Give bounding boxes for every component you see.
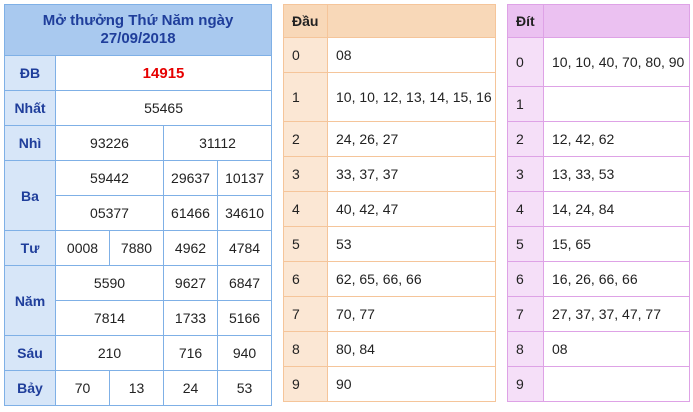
results-title: Mở thưởng Thứ Năm ngày 27/09/2018 (3, 4, 273, 56)
dit-header: Đít (507, 4, 544, 38)
dau-values: 62, 65, 66, 66 (327, 261, 496, 297)
prize-label-nhi: Nhì (4, 125, 56, 161)
prize-value-ba: 10137 (216, 160, 273, 196)
prize-value-nhi: 93226 (55, 125, 164, 161)
prize-label-ba: Ba (4, 160, 56, 231)
dit-key: 1 (507, 86, 544, 122)
dau-values: 53 (327, 226, 496, 262)
dau-key: 4 (283, 191, 328, 227)
dit-key: 0 (507, 37, 544, 87)
prize-value-ba: 34610 (216, 195, 273, 231)
dau-key: 9 (283, 366, 328, 402)
prize-value-sau: 940 (216, 335, 273, 371)
dau-values: 33, 37, 37 (327, 156, 496, 192)
dit-values: 27, 37, 37, 47, 77 (543, 296, 690, 332)
dit-values (543, 86, 690, 122)
dau-key: 5 (283, 226, 328, 262)
dau-values: 40, 42, 47 (327, 191, 496, 227)
prize-value-ba: 29637 (163, 160, 218, 196)
prize-value-ba: 59442 (55, 160, 164, 196)
title-date: 27/09/2018 (100, 30, 176, 47)
prize-value-nam: 6847 (216, 265, 273, 301)
dit-values: 08 (543, 331, 690, 367)
prize-value-sau: 210 (55, 335, 164, 371)
dit-header-blank (543, 4, 690, 38)
dit-values: 13, 33, 53 (543, 156, 690, 192)
prize-value-bay: 24 (163, 370, 218, 406)
dit-key: 6 (507, 261, 544, 297)
prize-value-ba: 05377 (55, 195, 164, 231)
dau-values: 90 (327, 366, 496, 402)
dau-key: 6 (283, 261, 328, 297)
dit-key: 9 (507, 366, 544, 402)
dit-key: 4 (507, 191, 544, 227)
prize-label-db: ĐB (4, 55, 56, 91)
prize-value-nam: 7814 (55, 300, 164, 336)
dau-values: 10, 10, 12, 13, 14, 15, 16 (327, 72, 496, 122)
dau-values: 24, 26, 27 (327, 121, 496, 157)
prize-value-tu: 7880 (109, 230, 164, 266)
dau-header: Đầu (283, 4, 328, 38)
prize-value-db: 14915 (54, 55, 273, 91)
dit-values: 16, 26, 66, 66 (543, 261, 690, 297)
dit-key: 7 (507, 296, 544, 332)
prize-value-bay: 13 (109, 370, 164, 406)
prize-value-nhat: 55465 (54, 90, 273, 126)
dit-key: 3 (507, 156, 544, 192)
title-line1: Mở thưởng Thứ Năm ngày (42, 12, 234, 29)
prize-value-nam: 5166 (216, 300, 273, 336)
prize-value-tu: 0008 (55, 230, 110, 266)
dau-key: 0 (283, 37, 328, 73)
prize-value-tu: 4784 (216, 230, 273, 266)
dit-key: 8 (507, 331, 544, 367)
dit-key: 2 (507, 121, 544, 157)
dau-table: Đầu 0 08 1 10, 10, 12, 13, 14, 15, 16 2 24,… (283, 4, 496, 402)
prize-value-bay: 70 (55, 370, 110, 406)
dau-key: 1 (283, 72, 328, 122)
prize-value-nam: 1733 (163, 300, 218, 336)
prize-label-sau: Sáu (4, 335, 56, 371)
prize-value-bay: 53 (216, 370, 273, 406)
dau-key: 3 (283, 156, 328, 192)
dau-key: 8 (283, 331, 328, 367)
prize-value-nam: 9627 (163, 265, 218, 301)
prize-label-nhat: Nhất (4, 90, 56, 126)
dau-key: 7 (283, 296, 328, 332)
dit-values: 15, 65 (543, 226, 690, 262)
prize-value-sau: 716 (163, 335, 218, 371)
dit-key: 5 (507, 226, 544, 262)
prize-label-tu: Tư (4, 230, 56, 266)
prize-value-ba: 61466 (163, 195, 218, 231)
dau-values: 80, 84 (327, 331, 496, 367)
dau-header-blank (327, 4, 496, 38)
dit-values (543, 366, 690, 402)
prize-value-tu: 4962 (163, 230, 218, 266)
dau-key: 2 (283, 121, 328, 157)
dit-values: 10, 10, 40, 70, 80, 90 (543, 37, 690, 87)
dit-table: Đít 0 10, 10, 40, 70, 80, 90 1 2 12, 42, 6… (507, 4, 690, 402)
dau-values: 08 (327, 37, 496, 73)
lottery-results-table: Mở thưởng Thứ Năm ngày 27/09/2018 ĐB 149… (3, 4, 273, 406)
dit-values: 12, 42, 62 (543, 121, 690, 157)
prize-value-nam: 5590 (55, 265, 164, 301)
dau-values: 70, 77 (327, 296, 496, 332)
prize-label-bay: Bảy (4, 370, 56, 406)
dit-values: 14, 24, 84 (543, 191, 690, 227)
prize-value-nhi: 31112 (162, 125, 273, 161)
prize-label-nam: Năm (4, 265, 56, 336)
